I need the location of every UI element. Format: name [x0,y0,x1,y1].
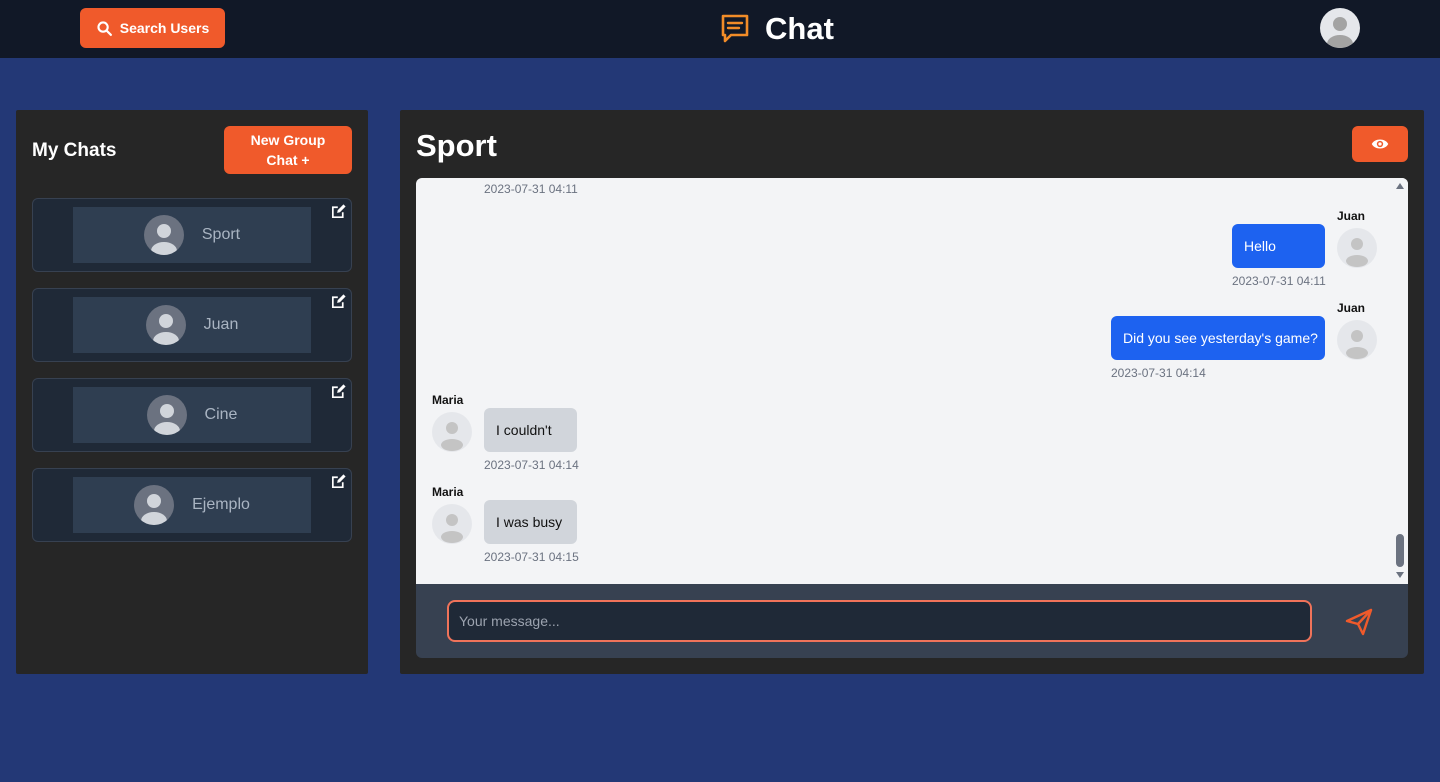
message-timestamp: 2023-07-31 04:14 [484,458,579,472]
chat-item-card: Juan [73,297,311,353]
app-title: Chat [765,11,834,46]
user-avatar-icon [145,305,186,345]
eye-icon [1371,139,1389,149]
user-avatar-icon [432,412,472,452]
new-group-chat-button[interactable]: New Group Chat + [224,126,352,174]
chat-name: Cine [204,406,238,423]
search-icon [97,20,112,36]
scroll-down-arrow-icon[interactable] [1396,572,1404,578]
message-timestamp: 2023-07-31 04:15 [484,550,579,564]
scroll-up-arrow-icon[interactable] [1396,183,1404,189]
chat-item-ejemplo[interactable]: Ejemplo [32,468,352,542]
conversation-title: Sport [416,128,497,163]
chat-name: Juan [203,316,239,333]
group-avatar-icon [143,215,184,255]
my-chats-panel: My Chats New Group Chat + Sport Juan Cin… [16,110,368,674]
group-avatar-icon [146,395,187,435]
message-sender: Juan [1337,301,1366,315]
view-details-button[interactable] [1352,126,1408,162]
conversation-panel: Sport 2023-07-31 04:11 Juan Hello 2023-0… [400,110,1424,674]
edit-icon[interactable] [330,293,347,310]
chat-item-cine[interactable]: Cine [32,378,352,452]
brand: Chat [719,11,834,47]
user-avatar-icon[interactable] [1320,8,1360,48]
user-avatar-icon [432,504,472,544]
message-sender: Juan [1337,209,1366,223]
edit-icon[interactable] [330,383,347,400]
message-list[interactable]: 2023-07-31 04:11 Juan Hello 2023-07-31 0… [416,178,1408,584]
group-avatar-icon [134,485,175,525]
user-avatar-icon [1337,320,1377,360]
message-bubble: I couldn't [484,408,577,452]
message-input[interactable] [447,600,1312,642]
edit-icon[interactable] [330,473,347,490]
chat-bubble-icon [721,14,749,43]
scrollbar-thumb[interactable] [1396,534,1404,567]
chat-item-card: Cine [73,387,311,443]
chat-item-card: Ejemplo [73,477,311,533]
search-users-label: Search Users [119,20,210,36]
edit-icon[interactable] [330,203,347,220]
user-avatar-icon [1337,228,1377,268]
message-composer [416,584,1408,658]
new-group-line1: New Group [250,132,326,148]
chat-name: Ejemplo [192,496,250,513]
message-scrollbar[interactable] [1392,178,1408,584]
message-bubble: Hello [1232,224,1325,268]
new-group-line2: Chat + [266,152,310,168]
chat-item-juan[interactable]: Juan [32,288,352,362]
message-timestamp: 2023-07-31 04:11 [484,182,578,196]
chat-item-sport[interactable]: Sport [32,198,352,272]
chat-item-card: Sport [73,207,311,263]
message-bubble: Did you see yesterday's game? [1111,316,1325,360]
chat-name: Sport [201,226,241,243]
message-timestamp: 2023-07-31 04:14 [1111,366,1206,380]
message-bubble: I was busy [484,500,577,544]
message-sender: Maria [432,485,464,499]
search-users-button[interactable]: Search Users [80,8,225,48]
my-chats-title: My Chats [32,140,117,161]
send-icon[interactable] [1344,607,1374,637]
message-timestamp: 2023-07-31 04:11 [1232,274,1326,288]
top-bar: Search Users Chat [0,0,1440,58]
message-sender: Maria [432,393,464,407]
